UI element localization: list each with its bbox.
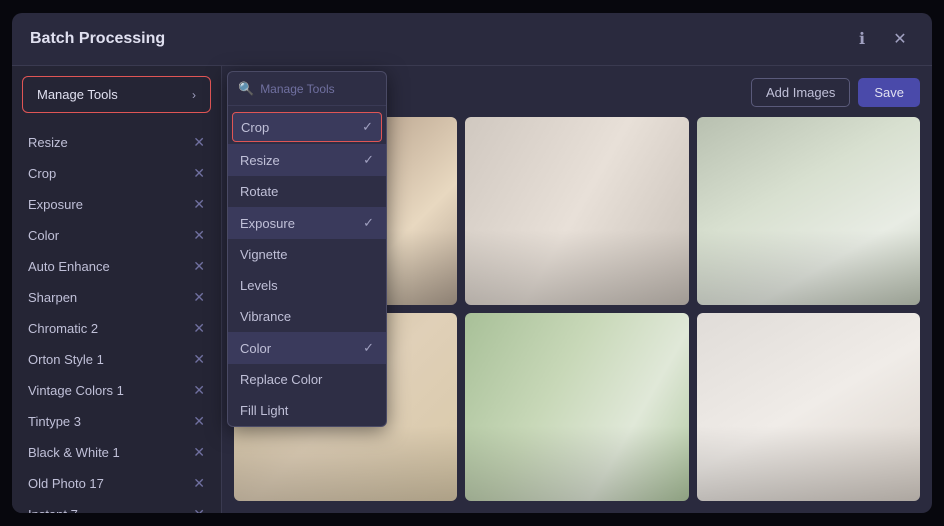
tool-label: Sharpen <box>28 290 77 305</box>
close-icon: ✕ <box>893 29 906 49</box>
remove-icon[interactable]: ✕ <box>193 506 205 513</box>
modal-title: Batch Processing <box>30 30 165 48</box>
modal-body: Manage Tools › Resize ✕ Crop ✕ Exposure … <box>12 66 932 513</box>
manage-tools-label: Manage Tools <box>37 87 118 102</box>
remove-icon[interactable]: ✕ <box>193 382 205 399</box>
dropdown-item-label: Resize <box>240 153 280 168</box>
remove-icon[interactable]: ✕ <box>193 258 205 275</box>
modal-overlay: Batch Processing ℹ ✕ Manage Tools › <box>0 0 944 526</box>
tool-label: Resize <box>28 135 68 150</box>
sidebar-item-vintage-colors-1[interactable]: Vintage Colors 1 ✕ <box>12 375 221 406</box>
save-button[interactable]: Save <box>858 78 920 107</box>
sidebar: Manage Tools › Resize ✕ Crop ✕ Exposure … <box>12 66 222 513</box>
dropdown-item-replace-color[interactable]: Replace Color <box>228 364 386 395</box>
sidebar-item-old-photo-17[interactable]: Old Photo 17 ✕ <box>12 468 221 499</box>
check-icon: ✓ <box>363 215 374 231</box>
dropdown-item-label: Vibrance <box>240 309 291 324</box>
tool-label: Color <box>28 228 59 243</box>
sidebar-item-black-white-1[interactable]: Black & White 1 ✕ <box>12 437 221 468</box>
dropdown-item-fill-light[interactable]: Fill Light <box>228 395 386 426</box>
remove-icon[interactable]: ✕ <box>193 444 205 461</box>
tool-label: Exposure <box>28 197 83 212</box>
dropdown-item-label: Levels <box>240 278 278 293</box>
check-icon: ✓ <box>362 119 373 135</box>
manage-tools-dropdown: 🔍 ✕ Crop ✓ Resize ✓ <box>227 71 387 427</box>
dropdown-item-label: Replace Color <box>240 372 322 387</box>
search-icon: 🔍 <box>238 81 254 97</box>
dropdown-items-list: Crop ✓ Resize ✓ Rotate Exposure <box>228 106 386 426</box>
remove-icon[interactable]: ✕ <box>193 320 205 337</box>
close-button[interactable]: ✕ <box>886 25 914 53</box>
tool-label: Black & White 1 <box>28 445 120 460</box>
dropdown-item-label: Exposure <box>240 216 295 231</box>
remove-icon[interactable]: ✕ <box>193 196 205 213</box>
dropdown-item-label: Crop <box>241 120 269 135</box>
dropdown-item-label: Vignette <box>240 247 287 262</box>
dropdown-item-levels[interactable]: Levels <box>228 270 386 301</box>
sidebar-item-resize[interactable]: Resize ✕ <box>12 127 221 158</box>
remove-icon[interactable]: ✕ <box>193 413 205 430</box>
dropdown-item-label: Fill Light <box>240 403 288 418</box>
info-button[interactable]: ℹ <box>848 25 876 53</box>
tool-label: Auto Enhance <box>28 259 110 274</box>
dropdown-item-color[interactable]: Color ✓ <box>228 332 386 364</box>
remove-icon[interactable]: ✕ <box>193 475 205 492</box>
dropdown-item-vibrance[interactable]: Vibrance <box>228 301 386 332</box>
sidebar-item-orton-style-1[interactable]: Orton Style 1 ✕ <box>12 344 221 375</box>
remove-icon[interactable]: ✕ <box>193 165 205 182</box>
tool-label: Chromatic 2 <box>28 321 98 336</box>
tool-label: Vintage Colors 1 <box>28 383 124 398</box>
manage-tools-button[interactable]: Manage Tools › <box>22 76 211 113</box>
add-images-button[interactable]: Add Images <box>751 78 850 107</box>
tool-label: Instant 7 <box>28 507 78 513</box>
sidebar-item-sharpen[interactable]: Sharpen ✕ <box>12 282 221 313</box>
dropdown-item-vignette[interactable]: Vignette <box>228 239 386 270</box>
sidebar-item-tintype-3[interactable]: Tintype 3 ✕ <box>12 406 221 437</box>
dropdown-search-input[interactable] <box>260 82 387 96</box>
modal-header-icons: ℹ ✕ <box>848 25 914 53</box>
image-cell-5[interactable] <box>465 313 688 501</box>
dropdown-item-resize[interactable]: Resize ✓ <box>228 144 386 176</box>
sidebar-item-exposure[interactable]: Exposure ✕ <box>12 189 221 220</box>
remove-icon[interactable]: ✕ <box>193 289 205 306</box>
dropdown-item-crop[interactable]: Crop ✓ <box>232 112 382 142</box>
tool-label: Orton Style 1 <box>28 352 104 367</box>
tool-label: Tintype 3 <box>28 414 81 429</box>
sidebar-item-crop[interactable]: Crop ✕ <box>12 158 221 189</box>
remove-icon[interactable]: ✕ <box>193 351 205 368</box>
sidebar-item-instant-7[interactable]: Instant 7 ✕ <box>12 499 221 513</box>
dropdown-item-label: Color <box>240 341 271 356</box>
info-icon: ℹ <box>859 29 865 49</box>
image-cell-3[interactable] <box>697 117 920 305</box>
dropdown-item-rotate[interactable]: Rotate <box>228 176 386 207</box>
batch-processing-modal: Batch Processing ℹ ✕ Manage Tools › <box>12 13 932 513</box>
dropdown-item-exposure[interactable]: Exposure ✓ <box>228 207 386 239</box>
remove-icon[interactable]: ✕ <box>193 134 205 151</box>
tool-label: Crop <box>28 166 56 181</box>
tools-list: Resize ✕ Crop ✕ Exposure ✕ Color ✕ <box>12 123 221 513</box>
chevron-right-icon: › <box>192 88 196 102</box>
image-cell-2[interactable] <box>465 117 688 305</box>
check-icon: ✓ <box>363 340 374 356</box>
modal-header: Batch Processing ℹ ✕ <box>12 13 932 66</box>
tool-label: Old Photo 17 <box>28 476 104 491</box>
sidebar-item-chromatic-2[interactable]: Chromatic 2 ✕ <box>12 313 221 344</box>
dropdown-search-bar: 🔍 ✕ <box>228 72 386 106</box>
remove-icon[interactable]: ✕ <box>193 227 205 244</box>
sidebar-item-color[interactable]: Color ✕ <box>12 220 221 251</box>
image-cell-6[interactable] <box>697 313 920 501</box>
check-icon: ✓ <box>363 152 374 168</box>
sidebar-item-auto-enhance[interactable]: Auto Enhance ✕ <box>12 251 221 282</box>
dropdown-item-label: Rotate <box>240 184 278 199</box>
